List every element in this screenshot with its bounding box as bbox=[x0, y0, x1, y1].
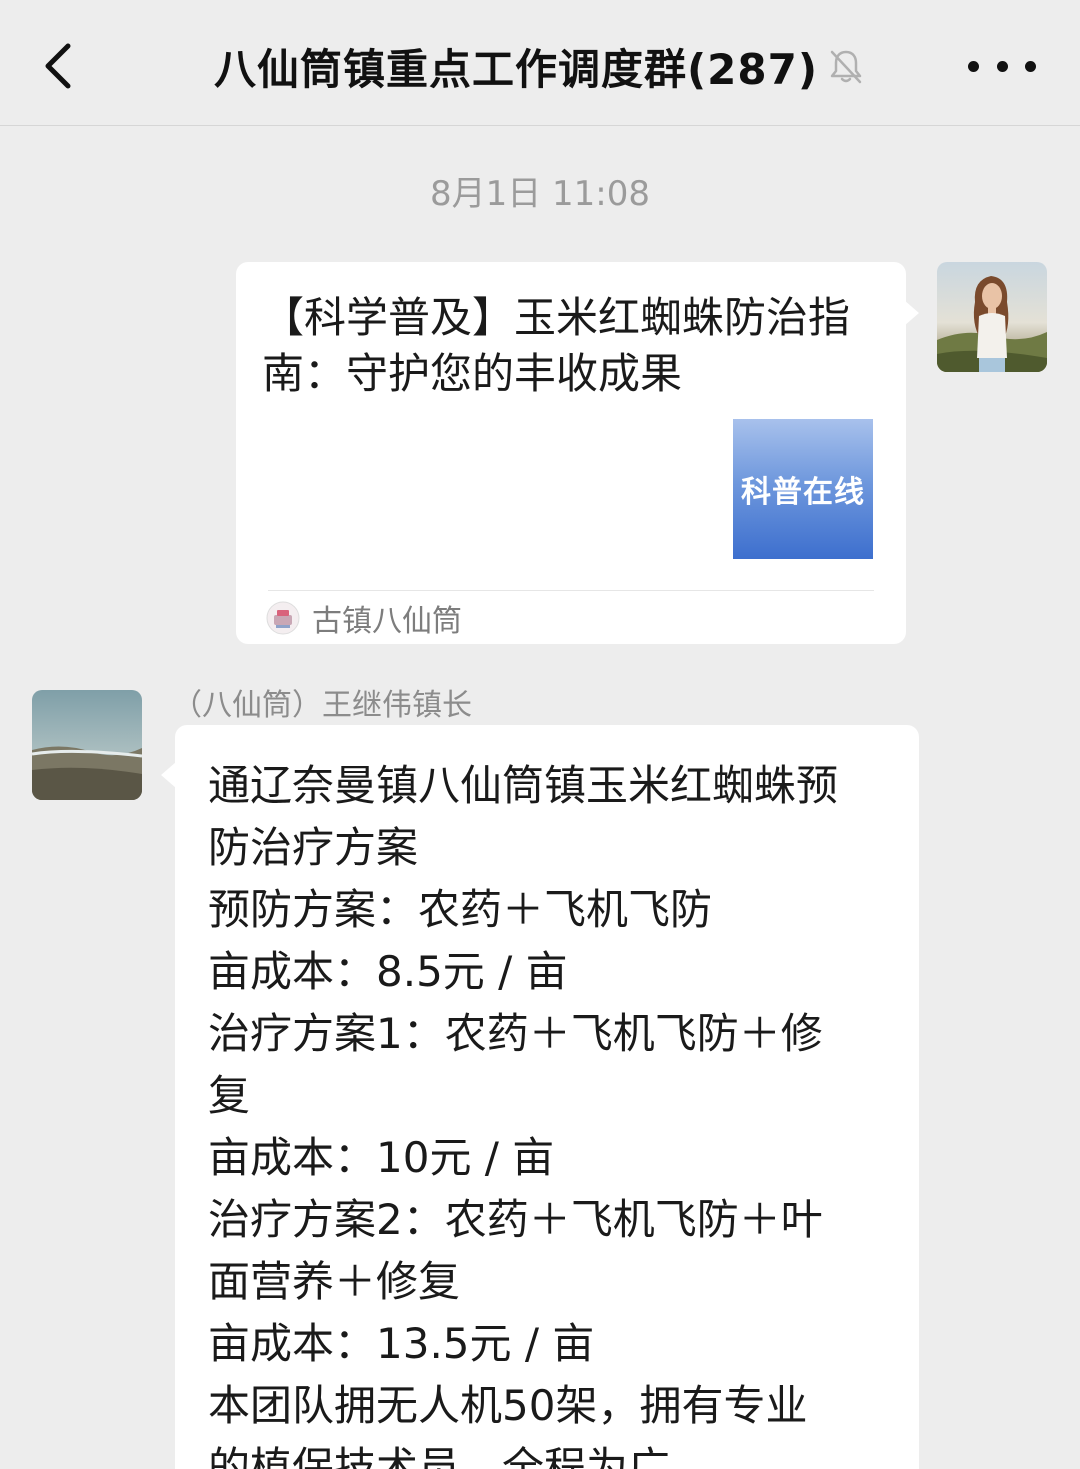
message-line: 亩成本：10元 / 亩 bbox=[208, 1133, 555, 1182]
portrait-avatar-image bbox=[937, 262, 1047, 372]
sender-avatar[interactable] bbox=[32, 690, 142, 800]
source-name: 古镇八仙筒 bbox=[312, 604, 462, 639]
message-line: 治疗方案2：农药＋飞机飞防＋叶 bbox=[208, 1195, 823, 1244]
message-line: 亩成本：8.5元 / 亩 bbox=[208, 947, 568, 996]
text-message-bubble[interactable]: 通辽奈曼镇八仙筒镇玉米红蜘蛛预 防治疗方案 预防方案：农药＋飞机飞防 亩成本：8… bbox=[175, 725, 919, 1469]
message-line: 本团队拥无人机50架，拥有专业 bbox=[208, 1381, 808, 1430]
more-dot bbox=[1025, 60, 1036, 72]
message-timestamp: 8月1日 11:08 bbox=[429, 174, 651, 214]
article-title-line: 【科学普及】玉米红蜘蛛防治指 bbox=[262, 293, 851, 342]
more-options-button[interactable] bbox=[968, 48, 1036, 84]
message-line: 复 bbox=[208, 1071, 251, 1120]
message-line: 通辽奈曼镇八仙筒镇玉米红蜘蛛预 bbox=[208, 761, 839, 810]
chevron-left-icon bbox=[45, 43, 71, 89]
seashore-avatar-image bbox=[32, 690, 142, 800]
thumbnail-text: 科普在线 bbox=[741, 475, 865, 510]
self-avatar[interactable] bbox=[937, 262, 1047, 372]
message-line: 面营养＋修复 bbox=[208, 1257, 461, 1306]
article-title: 【科学普及】玉米红蜘蛛防治指 南：守护您的丰收成果 bbox=[262, 290, 882, 402]
message-line: 治疗方案1：农药＋飞机飞防＋修 bbox=[208, 1009, 823, 1058]
card-divider bbox=[268, 590, 874, 591]
chat-header: 八仙筒镇重点工作调度群(287) bbox=[0, 0, 1080, 126]
message-line: 的植保技术员，全程为广 bbox=[208, 1443, 671, 1469]
bubble-tail bbox=[161, 762, 176, 788]
message-line: 亩成本：13.5元 / 亩 bbox=[208, 1319, 595, 1368]
sender-name: （八仙筒）王继伟镇长 bbox=[172, 688, 472, 723]
more-dots-icon bbox=[968, 60, 979, 72]
article-title-line: 南：守护您的丰收成果 bbox=[262, 349, 683, 398]
article-source: 古镇八仙筒 bbox=[266, 598, 462, 639]
message-line: 防治疗方案 bbox=[208, 823, 419, 872]
article-card-message[interactable]: 【科学普及】玉米红蜘蛛防治指 南：守护您的丰收成果 科普在线 古镇八仙筒 bbox=[236, 262, 906, 644]
back-button[interactable] bbox=[30, 36, 90, 96]
article-thumbnail: 科普在线 bbox=[733, 419, 873, 559]
account-logo-icon bbox=[266, 601, 300, 635]
bubble-tail bbox=[904, 300, 919, 326]
message-line: 预防方案：农药＋飞机飞防 bbox=[208, 885, 713, 934]
chat-title: 八仙筒镇重点工作调度群(287) bbox=[213, 44, 819, 94]
bell-muted-icon bbox=[830, 50, 862, 84]
more-dot bbox=[996, 60, 1008, 72]
message-body: 通辽奈曼镇八仙筒镇玉米红蜘蛛预 防治疗方案 预防方案：农药＋飞机飞防 亩成本：8… bbox=[208, 755, 838, 1469]
chat-title-container: 八仙筒镇重点工作调度群(287) bbox=[150, 38, 930, 94]
